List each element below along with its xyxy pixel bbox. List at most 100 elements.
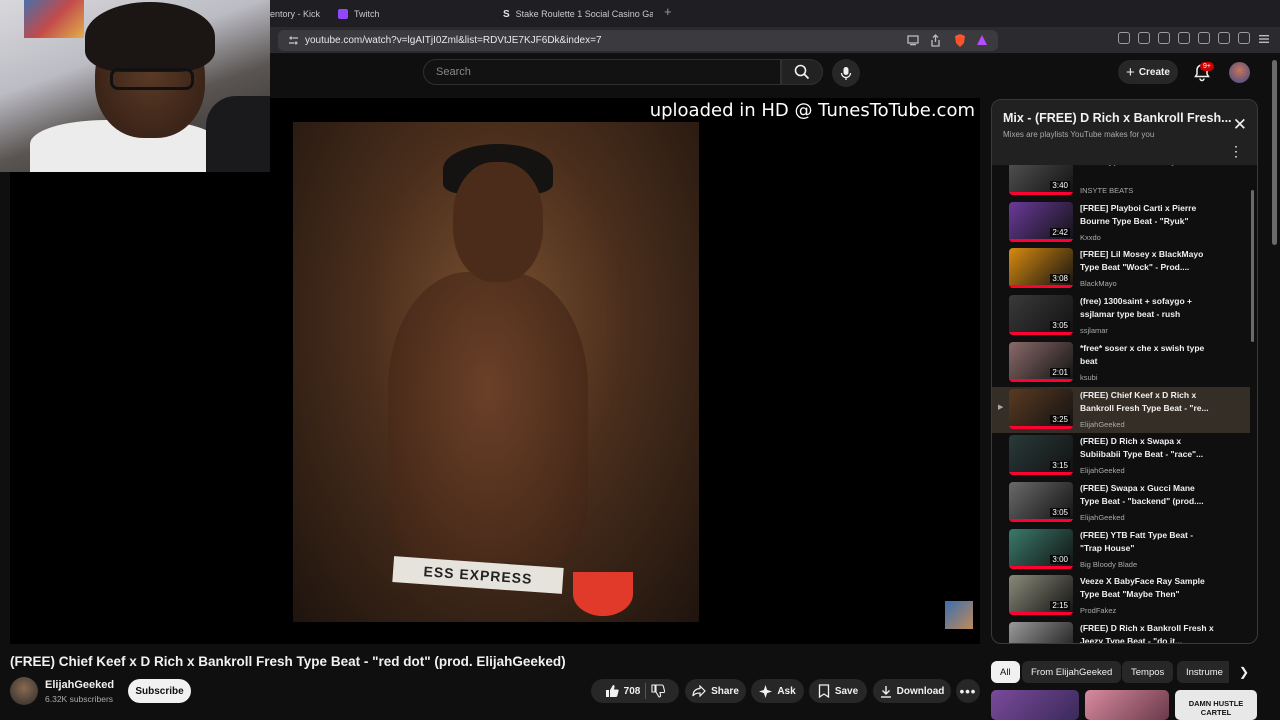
browser-tab-twitch[interactable]: Twitch — [338, 3, 478, 25]
thumbs-down-icon[interactable] — [651, 684, 666, 698]
ask-button[interactable]: Ask — [751, 679, 804, 703]
browser-tab-kick[interactable]: ientory - Kick — [268, 3, 328, 25]
browser-toolbar-icons — [1118, 32, 1270, 44]
save-button[interactable]: Save — [809, 679, 867, 703]
playlist-item-thumbnail[interactable]: 3:25 — [1009, 388, 1073, 429]
chevron-right-icon[interactable]: ❯ — [1233, 661, 1255, 683]
share-button[interactable]: Share — [685, 679, 746, 703]
chip-instrumental[interactable]: Instrume — [1177, 661, 1229, 683]
playlist-item-title[interactable]: Mane Type Beat "Trinity" — [1080, 165, 1215, 168]
share-icon — [692, 685, 706, 697]
extensions-icon[interactable] — [1138, 32, 1150, 44]
sidebar-icon[interactable] — [1178, 32, 1190, 44]
playlist-item[interactable]: 2:15 Veeze X BabyFace Ray Sample Type Bea… — [992, 573, 1250, 619]
search-input[interactable]: Search — [423, 59, 781, 85]
playlist-item-thumbnail[interactable]: 3:40 — [1009, 165, 1073, 195]
playlist-scrollbar[interactable] — [1251, 190, 1254, 342]
chip-from-channel[interactable]: From ElijahGeeked — [1022, 661, 1122, 683]
playlist-item-thumbnail[interactable]: 3:15 — [1009, 435, 1073, 476]
playlist-item-title[interactable]: (FREE) Swapa x Gucci Mane Type Beat - "b… — [1080, 482, 1215, 508]
address-field[interactable]: youtube.com/watch?v=lgAITjI0Zml&list=RDV… — [278, 30, 998, 51]
wallet-icon[interactable] — [1198, 32, 1210, 44]
notification-badge: 9+ — [1200, 62, 1214, 71]
playlist-item[interactable]: 3:40 Mane Type Beat "Trinity" INSYTE BEATS — [992, 165, 1250, 199]
music-icon[interactable] — [1158, 32, 1170, 44]
share-page-icon[interactable] — [930, 34, 941, 47]
playlist-item-title[interactable]: (FREE) YTB Fatt Type Beat - "Trap House" — [1080, 529, 1215, 555]
playlist-item-thumbnail[interactable]: 3:05 — [1009, 481, 1073, 522]
playlist-item-thumbnail[interactable]: 2:42 — [1009, 201, 1073, 242]
site-settings-icon[interactable] — [288, 35, 299, 46]
wall-poster — [24, 0, 84, 38]
red-cup — [573, 572, 633, 616]
account-avatar[interactable] — [1229, 62, 1250, 83]
playlist-item-title[interactable]: *free* soser x che x swish type beat — [1080, 342, 1215, 368]
channel-watermark[interactable] — [945, 601, 973, 629]
playlist-item-thumbnail[interactable]: 3:00 — [1009, 622, 1073, 643]
create-button[interactable]: + Create — [1118, 60, 1178, 84]
playlist-item[interactable]: 3:00 (FREE) YTB Fatt Type Beat - "Trap Ho… — [992, 527, 1250, 573]
brave-shield-icon[interactable] — [953, 33, 967, 48]
recommendation-thumbnail[interactable] — [991, 690, 1079, 720]
vpn-icon[interactable] — [1238, 32, 1250, 44]
browser-tab-stake[interactable]: S Stake Roulette 1 Social Casino Gam — [503, 3, 653, 25]
address-bar-row: youtube.com/watch?v=lgAITjI0Zml&list=RDV… — [270, 27, 1280, 54]
playlist-item-title[interactable]: [FREE] Lil Mosey x BlackMayo Type Beat "… — [1080, 248, 1215, 274]
cast-icon[interactable] — [907, 35, 919, 46]
save-label: Save — [834, 685, 859, 697]
playlist-title[interactable]: Mix - (FREE) D Rich x Bankroll Fresh... — [1003, 111, 1232, 125]
watched-progress-bar — [1009, 238, 1073, 242]
playlist-item-duration: 2:01 — [1050, 367, 1070, 377]
new-tab-button[interactable]: + — [664, 4, 672, 19]
playlist-item[interactable]: 3:15 (FREE) D Rich x Swapa x Subiibabii T… — [992, 433, 1250, 479]
voice-search-button[interactable] — [832, 59, 860, 87]
channel-name[interactable]: ElijahGeeked — [45, 679, 114, 691]
page-scrollbar[interactable] — [1272, 60, 1277, 245]
close-icon[interactable]: ✕ — [1233, 116, 1247, 133]
share-label: Share — [711, 685, 739, 697]
playlist-item-thumbnail[interactable]: 2:15 — [1009, 575, 1073, 616]
rewards-icon[interactable] — [976, 34, 988, 46]
playlist-item-thumbnail[interactable]: 3:00 — [1009, 528, 1073, 569]
playlist-item-title[interactable]: Veeze X BabyFace Ray Sample Type Beat "M… — [1080, 575, 1215, 601]
playlist-item-thumbnail[interactable]: 3:05 — [1009, 295, 1073, 336]
playlist-item[interactable]: ▶ 3:25 (FREE) Chief Keef x D Rich x Bankro… — [992, 386, 1250, 433]
playlist-item[interactable]: 2:01 *free* soser x che x swish type beat… — [992, 340, 1250, 386]
playlist-subtitle: Mixes are playlists YouTube makes for yo… — [1003, 130, 1155, 139]
playlist-item-thumbnail[interactable]: 2:01 — [1009, 341, 1073, 382]
more-actions-button[interactable]: ••• — [956, 679, 980, 703]
playlist-item-title[interactable]: [FREE] Playboi Carti x Pierre Bourne Typ… — [1080, 202, 1215, 228]
download-button[interactable]: Download — [873, 679, 951, 703]
chip-all[interactable]: All — [991, 661, 1020, 683]
playlist-item-title[interactable]: (FREE) D Rich x Bankroll Fresh x Jeezy T… — [1080, 622, 1215, 643]
leo-icon[interactable] — [1218, 32, 1230, 44]
playlist-item-title[interactable]: (FREE) Chief Keef x D Rich x Bankroll Fr… — [1080, 389, 1215, 415]
recommendation-thumbnail[interactable]: DAMN HUSTLE CARTEL — [1175, 690, 1257, 720]
playlist-item-title[interactable]: (FREE) D Rich x Swapa x Subiibabii Type … — [1080, 435, 1215, 461]
like-dislike-group: 708 — [591, 679, 679, 703]
playlist-item-title[interactable]: (free) 1300saint + sofaygo + ssjlamar ty… — [1080, 295, 1215, 321]
chip-tempos[interactable]: Tempos — [1122, 661, 1174, 683]
playlist-item[interactable]: 3:05 (FREE) Swapa x Gucci Mane Type Beat … — [992, 480, 1250, 526]
playlist-item-duration: 3:05 — [1050, 321, 1070, 331]
thumbs-up-icon — [605, 685, 619, 697]
subscribe-button[interactable]: Subscribe — [128, 679, 191, 703]
url-text: youtube.com/watch?v=lgAITjI0Zml&list=RDV… — [305, 35, 602, 46]
playlist-item[interactable]: 2:42 [FREE] Playboi Carti x Pierre Bourne… — [992, 200, 1250, 246]
video-player[interactable]: uploaded in HD @ TunesToTube.com ESS EXP… — [10, 98, 980, 644]
recommendation-thumbnail[interactable] — [1085, 690, 1169, 720]
more-vertical-icon[interactable]: ⋮ — [1229, 144, 1243, 158]
search-icon — [794, 64, 810, 80]
playlist-item[interactable]: 3:08 [FREE] Lil Mosey x BlackMayo Type Be… — [992, 246, 1250, 292]
playlist-item-thumbnail[interactable]: 3:08 — [1009, 248, 1073, 289]
like-button[interactable]: 708 — [605, 684, 640, 698]
channel-avatar[interactable] — [10, 677, 38, 705]
reader-mode-icon[interactable] — [1118, 32, 1130, 44]
search-button[interactable] — [781, 59, 823, 85]
video-figure-torso — [388, 272, 588, 562]
playlist-item[interactable]: 3:00 (FREE) D Rich x Bankroll Fresh x Jee… — [992, 620, 1250, 643]
playlist-item[interactable]: 3:05 (free) 1300saint + sofaygo + ssjlama… — [992, 293, 1250, 339]
ask-label: Ask — [777, 685, 796, 697]
menu-icon[interactable] — [1258, 32, 1270, 44]
playlist-items: 3:40 Mane Type Beat "Trinity" INSYTE BEATS… — [992, 165, 1257, 643]
